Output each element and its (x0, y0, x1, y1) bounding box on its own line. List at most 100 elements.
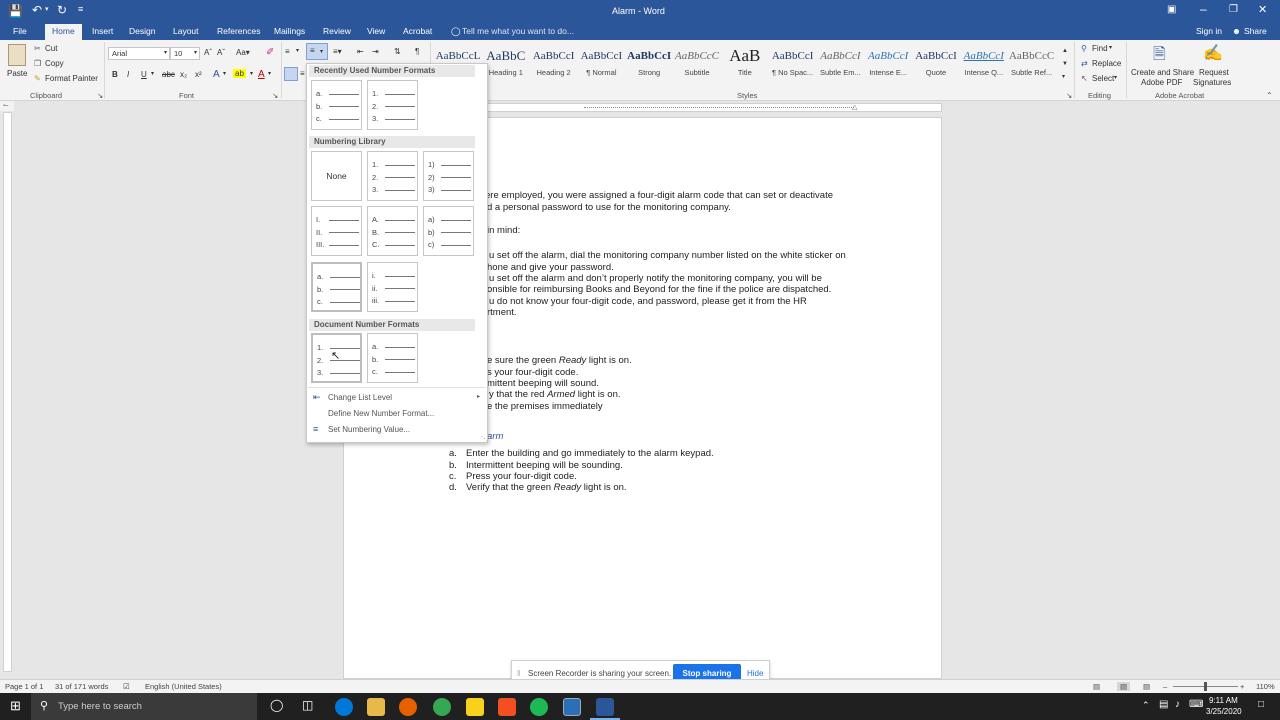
find-dropdown-icon[interactable]: ▾ (1109, 44, 1112, 51)
number-format-option[interactable]: a. b. c. (311, 80, 362, 130)
tab-selector-icon[interactable]: ⌙ (0, 101, 14, 111)
network-icon[interactable]: ▤ (1159, 699, 1168, 710)
redo-icon[interactable]: ↻ (57, 3, 67, 17)
number-format-option[interactable]: i. ii. iii. (367, 262, 418, 312)
print-layout-icon[interactable]: ▤ (1117, 682, 1131, 691)
sort-icon[interactable]: ⇅ (394, 47, 401, 56)
tab-view[interactable]: View (367, 26, 385, 36)
select-dropdown-icon[interactable]: ▾ (1114, 74, 1117, 81)
numbering-button[interactable]: ≡ ▾ (306, 43, 328, 60)
style-item[interactable]: AaBbCcI Intense E... (864, 46, 912, 88)
zoom-out-icon[interactable]: – (1163, 682, 1167, 691)
align-center-icon[interactable]: ≡ (300, 69, 305, 78)
customize-qat-icon[interactable]: ≡ (78, 4, 83, 14)
text-effects-icon[interactable]: A (213, 69, 220, 80)
define-new-number-format-menu-item[interactable]: Define New Number Format... (328, 409, 434, 418)
close-button[interactable]: ✕ (1258, 3, 1267, 16)
notifications-icon[interactable]: □ (1258, 699, 1264, 710)
drag-handle-icon[interactable]: ‖ (517, 669, 520, 678)
proofing-icon[interactable]: ☑ (123, 682, 130, 691)
shrink-font-icon[interactable]: Aˇ (217, 48, 225, 57)
zoom-level[interactable]: 110% (1256, 682, 1275, 691)
bold-icon[interactable]: B (112, 70, 118, 79)
word-count[interactable]: 31 of 171 words (55, 682, 108, 691)
indent-marker-icon[interactable]: △ (852, 103, 857, 111)
ribbon-display-icon[interactable]: ▣ (1167, 4, 1176, 15)
bullets-icon[interactable]: ≡ (285, 47, 290, 56)
firefox-icon[interactable] (399, 698, 417, 716)
font-color-icon[interactable]: A (258, 69, 265, 80)
tab-insert[interactable]: Insert (92, 26, 113, 36)
select-button[interactable]: Select (1092, 74, 1114, 83)
styles-more-icon[interactable]: ▾ (1062, 73, 1065, 80)
taskbar-search-box[interactable]: ⚲ Type here to search (31, 693, 257, 720)
style-item[interactable]: AaBbCcI ¶ Normal (577, 46, 625, 88)
tab-home[interactable]: Home (45, 24, 82, 40)
request-signatures-button[interactable]: Request (1199, 68, 1229, 77)
chrome-icon[interactable] (433, 698, 451, 716)
spotify-icon[interactable] (530, 698, 548, 716)
number-format-option[interactable]: I. II. III. (311, 206, 362, 256)
create-pdf-button-line2[interactable]: Adobe PDF (1141, 78, 1182, 87)
style-item[interactable]: AaBbCcI Heading 2 (530, 46, 578, 88)
clear-formatting-icon[interactable]: ✐ (266, 47, 274, 58)
tab-mailings[interactable]: Mailings (274, 26, 305, 36)
tab-design[interactable]: Design (129, 26, 155, 36)
screen-recorder-icon[interactable] (563, 698, 581, 716)
zoom-slider-thumb[interactable] (1204, 682, 1207, 691)
increase-indent-icon[interactable]: ⇥ (372, 47, 379, 56)
style-item[interactable]: AaBbCcI Subtle Em... (816, 46, 864, 88)
style-item[interactable]: AaBbCcI Quote (912, 46, 960, 88)
save-icon[interactable]: 💾 (8, 4, 23, 18)
style-item[interactable]: AaBbCcC Subtitle (673, 46, 721, 88)
italic-icon[interactable]: I (127, 70, 129, 79)
number-format-option[interactable]: a. b. c. (367, 333, 418, 383)
styles-scroll-down-icon[interactable]: ▼ (1062, 61, 1068, 67)
sign-in-link[interactable]: Sign in (1196, 26, 1222, 36)
undo-dropdown-icon[interactable]: ▾ (45, 5, 49, 13)
font-launcher-icon[interactable]: ↘ (272, 91, 278, 100)
windows-start-icon[interactable]: ⊞ (10, 698, 21, 714)
change-case-icon[interactable]: Aa▾ (236, 48, 250, 57)
font-color-dropdown-icon[interactable]: ▾ (268, 70, 271, 77)
align-left-icon[interactable] (284, 67, 298, 81)
clock-time[interactable]: 9:11 AM (1209, 696, 1238, 705)
strikethrough-icon[interactable]: abc (162, 70, 175, 79)
copy-button[interactable]: Copy (45, 59, 64, 68)
number-format-option[interactable]: A. B. C. (367, 206, 418, 256)
read-mode-icon[interactable]: ▤ (1093, 682, 1100, 691)
tab-review[interactable]: Review (323, 26, 351, 36)
tab-file[interactable]: File (13, 26, 27, 36)
font-size-box[interactable]: 10 ▾ (170, 47, 200, 60)
set-numbering-value-menu-item[interactable]: Set Numbering Value... (328, 425, 410, 434)
restore-button[interactable]: ❐ (1229, 4, 1238, 15)
word-icon[interactable] (596, 698, 614, 716)
number-format-option[interactable]: a) b) c) (423, 206, 474, 256)
find-button[interactable]: Find (1092, 44, 1108, 53)
collapse-ribbon-icon[interactable]: ⌃ (1266, 91, 1273, 100)
cortana-icon[interactable]: ◯ (270, 698, 283, 712)
superscript-icon[interactable]: x² (195, 70, 202, 79)
resize-grip-icon[interactable]: ⋱ (481, 435, 488, 443)
tab-acrobat[interactable]: Acrobat (403, 26, 432, 36)
clock-date[interactable]: 3/25/2020 (1206, 707, 1242, 716)
create-pdf-button[interactable]: Create and Share (1131, 68, 1194, 77)
number-format-option[interactable]: 1) 2) 3) (423, 151, 474, 201)
clipboard-icon[interactable] (8, 44, 26, 66)
clipboard-launcher-icon[interactable]: ↘ (97, 91, 103, 100)
task-view-icon[interactable]: ◫ (302, 698, 313, 712)
style-item[interactable]: AaBbCcI Strong (625, 46, 673, 88)
styles-launcher-icon[interactable]: ↘ (1066, 91, 1072, 100)
web-layout-icon[interactable]: ▤ (1143, 682, 1150, 691)
file-explorer-icon[interactable] (367, 698, 385, 716)
zoom-in-icon[interactable]: + (1240, 682, 1244, 691)
undo-icon[interactable]: ↶ (32, 3, 42, 17)
highlight-dropdown-icon[interactable]: ▾ (250, 70, 253, 77)
grow-font-icon[interactable]: Aˆ (204, 48, 212, 57)
underline-icon[interactable]: U (141, 70, 147, 79)
style-item[interactable]: AaBbCcI Intense Q... (960, 46, 1008, 88)
minimize-button[interactable]: – (1200, 2, 1207, 16)
number-format-option[interactable]: 1. 2. 3. (367, 151, 418, 201)
bullets-dropdown-icon[interactable]: ▾ (296, 47, 299, 54)
hide-button[interactable]: Hide (747, 669, 763, 678)
